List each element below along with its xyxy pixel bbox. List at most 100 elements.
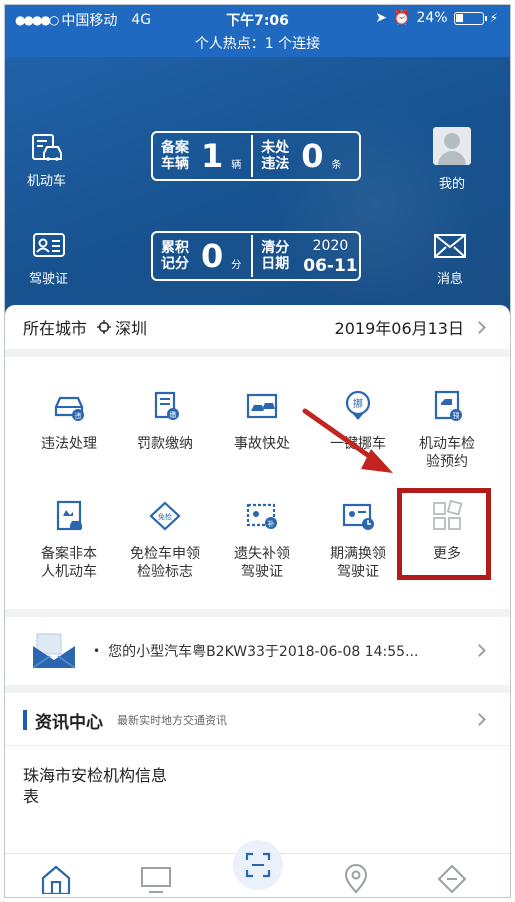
chevron-right-icon: [473, 644, 486, 657]
service-tab-icon[interactable]: [435, 864, 469, 894]
license-button[interactable]: 驾驶证: [29, 231, 68, 287]
hotspot-banner[interactable]: 个人热点：1 个连接: [5, 33, 510, 57]
chevron-right-icon: [473, 321, 486, 334]
service-label: 机动车检: [419, 436, 475, 452]
service-label: 事故快处: [234, 436, 290, 452]
service-violation[interactable]: 违 违法处理: [19, 389, 119, 453]
news-header[interactable]: 资讯中心 最新实时地方交通资讯: [5, 705, 510, 735]
service-exempt[interactable]: 免检 免检车申领 检验标志: [115, 499, 215, 581]
envelope-icon: [32, 633, 76, 669]
score-card[interactable]: 累积 记分 0 分 清分 日期 2020 06-11: [151, 231, 361, 281]
annotation-highlight-box: [397, 488, 491, 580]
score-label-1: 累积: [161, 240, 189, 256]
notice-bullet: •: [93, 644, 101, 658]
crosshair-icon: [97, 320, 112, 334]
scan-tab-button[interactable]: [233, 840, 283, 890]
current-date: 2019年06月13日: [334, 319, 464, 338]
service-accident[interactable]: 事故快处: [212, 389, 312, 453]
vehicle-button-label: 机动车: [27, 174, 67, 189]
score-label-2: 记分: [161, 256, 189, 272]
vehicle-doc-icon: [31, 134, 62, 161]
service-label: 免检车申领: [130, 546, 200, 562]
svg-text:补: 补: [268, 519, 275, 528]
location-tab-icon[interactable]: [339, 864, 373, 894]
clear-label-2: 日期: [261, 256, 290, 272]
news-subtitle: 最新实时地方交通资讯: [117, 714, 227, 727]
battery-percent: 24%: [416, 10, 448, 26]
status-bar: ●●●●○ 中国移动 4G 下午7:06 ➤ ⏰ 24% ⚡: [5, 5, 510, 33]
service-renew[interactable]: 期满换领 驾驶证: [308, 499, 408, 581]
svg-text:缴: 缴: [170, 410, 177, 419]
reissue-license-icon: 补: [246, 503, 277, 529]
divider: [5, 609, 510, 617]
score-unit: 分: [231, 259, 242, 271]
vehicle-unit: 辆: [231, 159, 242, 171]
content-sheet: 所在城市 深圳 2019年06月13日 违 违法处理 缴 罚款缴纳 事故快处 挪…: [5, 305, 510, 897]
city-name: 深圳: [115, 319, 148, 338]
score-value: 0: [201, 237, 224, 275]
scan-icon: [245, 852, 271, 878]
violation-notice[interactable]: • 您的小型汽车粤B2KW33于2018-06-08 14:55...: [5, 617, 510, 685]
hero-panel: 机动车 驾驶证 备案 车辆 1 辆 未处 违法 0 条 累积 记分 0 分 清分…: [5, 57, 510, 309]
annotation-arrow: [302, 408, 393, 473]
service-label: 期满换领: [330, 546, 386, 562]
inspection-appointment-icon: 预: [434, 390, 462, 421]
accident-icon: [246, 393, 278, 419]
service-label: 备案非本: [41, 546, 97, 562]
clear-label-1: 清分: [261, 240, 290, 256]
license-card-icon: [32, 233, 65, 257]
vehicle-card[interactable]: 备案 车辆 1 辆 未处 违法 0 条: [151, 131, 361, 181]
renew-license-icon: [342, 503, 374, 530]
svg-text:免检: 免检: [158, 512, 172, 521]
news-title: 资讯中心: [35, 712, 103, 733]
service-label-line2: 检验标志: [137, 564, 193, 580]
service-fine[interactable]: 缴 罚款缴纳: [115, 389, 215, 453]
divider: [5, 745, 510, 746]
section-accent-bar: [23, 710, 27, 730]
car-violation-icon: 违: [54, 396, 84, 421]
message-button[interactable]: 消息: [433, 231, 467, 287]
license-button-label: 驾驶证: [29, 272, 69, 287]
home-tab-icon[interactable]: [39, 864, 73, 894]
location-icon: ➤: [375, 10, 387, 26]
city-label: 所在城市: [23, 319, 88, 338]
service-inspection[interactable]: 预 机动车检 验预约: [397, 389, 497, 471]
service-label-line2: 验预约: [426, 454, 468, 470]
vehicle-button[interactable]: 机动车: [27, 133, 66, 189]
service-label: 遗失补领: [234, 546, 290, 562]
fine-receipt-icon: 缴: [154, 391, 179, 420]
service-label-line2: 驾驶证: [241, 564, 283, 580]
news-item[interactable]: 珠海市安检机构信息表: [23, 765, 173, 807]
vehicle-count: 1: [201, 137, 224, 175]
svg-text:违: 违: [75, 412, 82, 420]
alarm-icon: ⏰: [393, 10, 411, 26]
service-label-line2: 驾驶证: [337, 564, 379, 580]
avatar: [433, 127, 471, 165]
service-label-line2: 人机动车: [41, 564, 97, 580]
profile-button-label: 我的: [438, 177, 465, 192]
service-label: 罚款缴纳: [137, 436, 193, 452]
notice-text: 您的小型汽车粤B2KW33于2018-06-08 14:55...: [108, 644, 419, 660]
violation-label-1: 未处: [261, 140, 290, 156]
violation-count: 0: [301, 137, 324, 175]
service-label: 违法处理: [41, 436, 97, 452]
city-selector[interactable]: 所在城市 深圳 2019年06月13日: [5, 305, 510, 357]
monitor-tab-icon[interactable]: [139, 864, 173, 894]
register-vehicle-icon: [56, 500, 82, 531]
service-reissue[interactable]: 补 遗失补领 驾驶证: [212, 499, 312, 581]
vehicle-card-label-2: 车辆: [161, 156, 189, 172]
battery-icon: [453, 11, 487, 25]
divider: [5, 685, 510, 693]
bottom-tab-bar: [5, 840, 510, 897]
phone-screen: ●●●●○ 中国移动 4G 下午7:06 ➤ ⏰ 24% ⚡ 个人热点：1 个连…: [4, 4, 511, 898]
clear-year: 2020: [312, 238, 349, 254]
vehicle-card-label-1: 备案: [161, 140, 189, 156]
charging-icon: ⚡: [489, 11, 498, 25]
chevron-right-icon: [473, 713, 486, 726]
violation-label-2: 违法: [261, 156, 290, 172]
mail-icon: [434, 234, 466, 258]
service-register-vehicle[interactable]: 备案非本 人机动车: [19, 499, 119, 581]
exempt-badge-icon: 免检: [149, 501, 181, 531]
profile-button[interactable]: 我的: [433, 127, 471, 192]
clear-date: 06-11: [303, 256, 358, 276]
